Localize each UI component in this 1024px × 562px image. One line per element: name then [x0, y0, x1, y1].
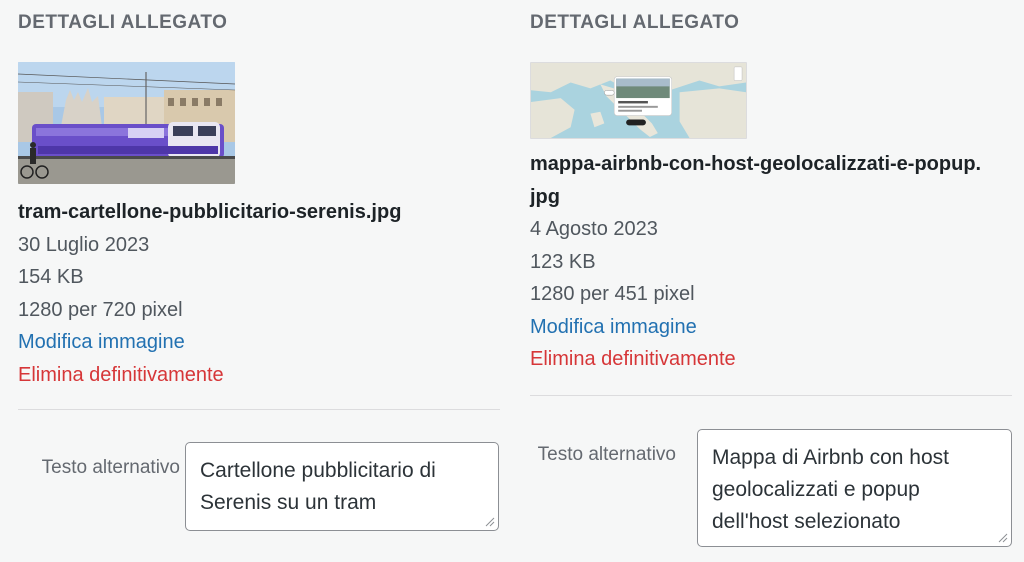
alt-text-textarea[interactable]: Cartellone pubblicitario di Serenis su u…	[185, 442, 499, 531]
upload-date: 30 Luglio 2023	[18, 233, 150, 256]
section-heading: DETTAGLI ALLEGATO	[18, 12, 228, 33]
resize-handle-icon[interactable]	[483, 515, 495, 527]
delete-permanently-link[interactable]: Elimina definitivamente	[530, 343, 1000, 376]
resize-handle-icon[interactable]	[996, 531, 1008, 543]
tram-thumbnail-image[interactable]	[18, 62, 235, 184]
delete-permanently-link[interactable]: Elimina definitivamente	[18, 359, 488, 392]
file-size: 154 KB	[18, 266, 84, 288]
upload-date: 4 Agosto 2023	[530, 218, 658, 240]
file-size: 123 KB	[530, 250, 596, 273]
alt-text-label: Testo alternativo	[537, 444, 676, 465]
attachment-info: tram-cartellone-pubblicitario-serenis.jp…	[18, 196, 488, 391]
divider	[18, 409, 500, 410]
attachment-filename: tram-cartellone-pubblicitario-serenis.jp…	[18, 201, 402, 223]
edit-image-link[interactable]: Modifica immagine	[530, 311, 1000, 344]
edit-image-link[interactable]: Modifica immagine	[18, 326, 488, 359]
image-dimensions: 1280 per 451 pixel	[530, 283, 695, 305]
divider	[530, 395, 1012, 396]
map-thumbnail-image[interactable]	[530, 62, 747, 139]
alt-text-value: Cartellone pubblicitario di Serenis su u…	[200, 459, 436, 514]
attachment-filename: mappa-airbnb-con-host-geolocalizzati-e-p…	[530, 153, 982, 208]
section-heading: DETTAGLI ALLEGATO	[530, 12, 740, 33]
alt-text-value: Mappa di Airbnb con host geolocalizzati …	[712, 446, 949, 533]
image-dimensions: 1280 per 720 pixel	[18, 298, 183, 321]
alt-text-label: Testo alternativo	[41, 457, 180, 478]
attachment-info: mappa-airbnb-con-host-geolocalizzati-e-p…	[530, 148, 1000, 376]
alt-text-textarea[interactable]: Mappa di Airbnb con host geolocalizzati …	[697, 429, 1012, 547]
